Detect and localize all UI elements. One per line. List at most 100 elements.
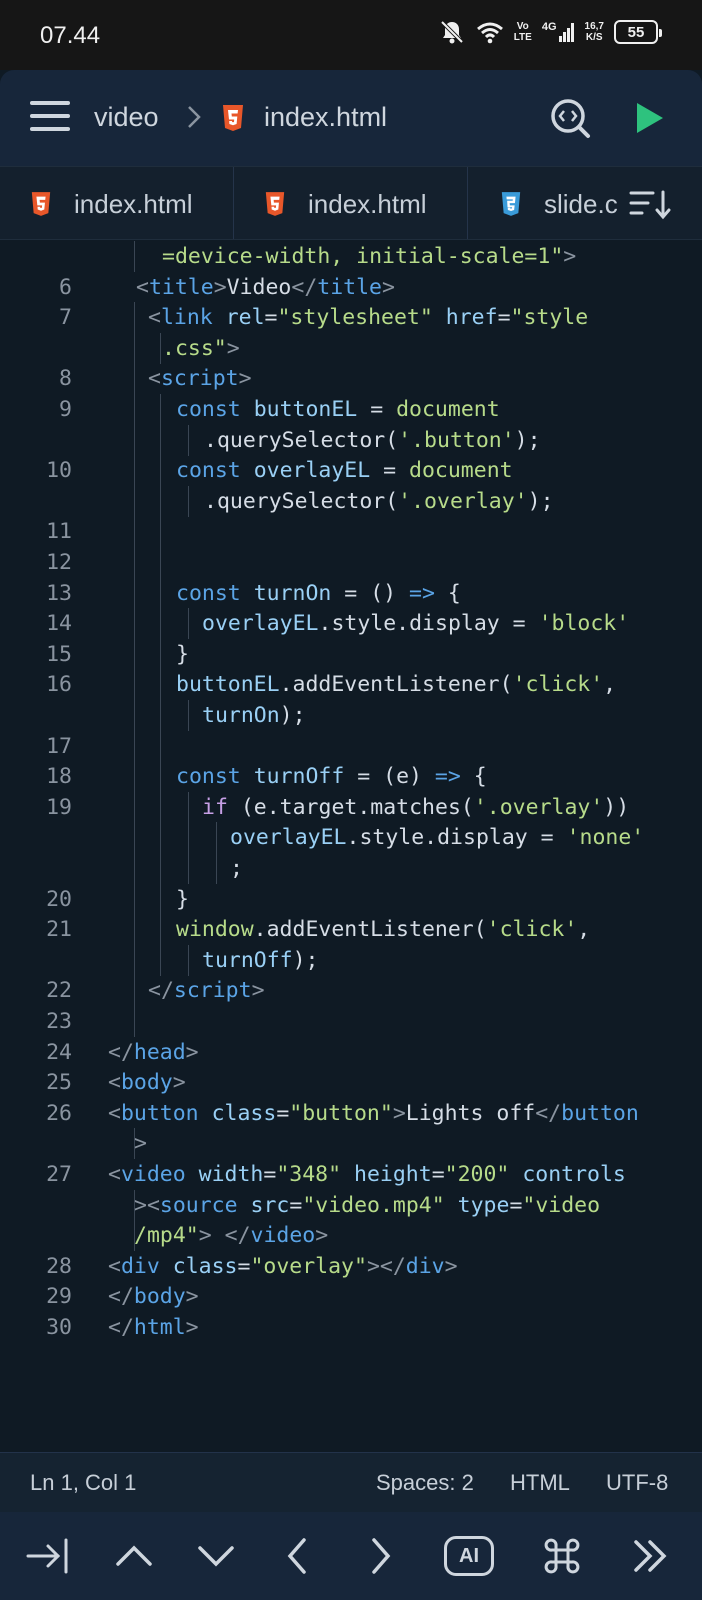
arrow-left-icon[interactable] [274, 1532, 322, 1580]
tab-index-html-1[interactable]: index.html [30, 167, 193, 239]
battery-indicator: 55 [614, 20, 662, 44]
breadcrumb-file[interactable]: index.html [264, 102, 387, 133]
code-text: turnOff); [202, 947, 319, 973]
code-text: if (e.target.matches('.overlay')) [202, 794, 630, 820]
code-line[interactable]: 18 const turnOff = (e) => { [0, 761, 702, 793]
line-number: 7 [59, 305, 72, 331]
code-line[interactable]: =device-width, initial-scale=1"> [0, 241, 702, 272]
menu-icon[interactable] [30, 98, 70, 134]
status-time: 07.44 [40, 22, 101, 49]
indent-guide [134, 424, 135, 456]
line-number: 26 [46, 1100, 72, 1126]
code-line[interactable]: 19 if (e.target.matches('.overlay')) [0, 791, 702, 823]
code-line[interactable]: 9 const buttonEL = document [0, 394, 702, 425]
language-mode[interactable]: HTML [510, 1470, 570, 1496]
breadcrumb-folder[interactable]: video [94, 102, 159, 133]
code-line[interactable]: 12 [0, 547, 702, 578]
code-line[interactable]: 21 window.addEventListener('click', [0, 914, 702, 946]
cursor-position[interactable]: Ln 1, Col 1 [30, 1470, 136, 1496]
code-line[interactable]: 30 </html> [0, 1312, 702, 1343]
indent-guide [134, 1006, 135, 1037]
indent-guide [160, 332, 161, 364]
code-line[interactable]: 8 <script> [0, 363, 702, 395]
indent-setting[interactable]: Spaces: 2 [376, 1470, 474, 1496]
file-encoding[interactable]: UTF-8 [606, 1470, 668, 1496]
code-line[interactable]: 22 </script> [0, 975, 702, 1007]
code-line[interactable]: 14 overlayEL.style.display = 'block' [0, 608, 702, 640]
code-line[interactable]: 10 const overlayEL = document [0, 455, 702, 487]
code-line[interactable]: .querySelector('.overlay'); [0, 485, 702, 517]
code-line[interactable]: 24 </head> [0, 1037, 702, 1068]
indent-guide [160, 669, 161, 701]
ai-assistant-button[interactable]: AI [444, 1536, 494, 1576]
indent-guide [134, 700, 135, 731]
code-line[interactable]: ><source src="video.mp4" type="video [0, 1189, 702, 1221]
line-number: 15 [46, 641, 72, 667]
code-line[interactable]: 27 <video width="348" height="200" contro… [0, 1159, 702, 1190]
indent-guide [134, 455, 135, 487]
line-number: 29 [46, 1284, 72, 1310]
tab-icon[interactable] [24, 1532, 72, 1580]
code-line[interactable]: 29 </body> [0, 1281, 702, 1312]
code-line[interactable]: 23 [0, 1006, 702, 1037]
code-line[interactable]: .css"> [0, 332, 702, 364]
indent-guide [188, 822, 189, 854]
code-line[interactable]: .querySelector('.button'); [0, 424, 702, 456]
sort-tabs-icon[interactable] [628, 187, 672, 221]
code-line[interactable]: overlayEL.style.display = 'none' [0, 822, 702, 854]
code-search-icon[interactable] [548, 96, 592, 140]
code-line[interactable]: 26 <button class="button">Lights off</but… [0, 1098, 702, 1129]
code-text: </script> [148, 978, 265, 1004]
indent-guide [188, 424, 189, 456]
tab-index-html-2[interactable]: index.html [264, 167, 427, 239]
line-number: 24 [46, 1039, 72, 1065]
code-line[interactable]: 15} [0, 638, 702, 670]
code-line[interactable]: 6 <title>Video</title> [0, 272, 702, 303]
indent-guide [160, 608, 161, 640]
code-text: turnOn); [202, 703, 306, 728]
line-number: 25 [46, 1070, 72, 1096]
indent-guide [160, 547, 161, 578]
double-chevron-icon[interactable] [628, 1532, 676, 1580]
code-line[interactable]: ; [0, 853, 702, 884]
line-number: 18 [46, 764, 72, 790]
code-line[interactable]: 20} [0, 883, 702, 915]
wifi-icon [476, 22, 503, 44]
indent-guide [160, 730, 161, 762]
css3-icon [501, 192, 521, 216]
line-number: 21 [46, 917, 72, 943]
html5-icon [31, 192, 51, 216]
command-icon[interactable] [538, 1532, 586, 1580]
bell-muted-icon [440, 20, 464, 44]
indent-guide [134, 975, 135, 1007]
line-number: 22 [46, 978, 72, 1004]
code-editor[interactable]: =device-width, initial-scale=1"> 6 <title>… [0, 240, 702, 1452]
code-line[interactable]: 16 buttonEL.addEventListener('click', [0, 669, 702, 701]
code-text: } [176, 641, 189, 667]
tab-slide-css[interactable]: slide.c [500, 167, 618, 239]
indent-guide [160, 761, 161, 793]
indent-guide [216, 853, 217, 884]
code-text: </html> [108, 1315, 199, 1340]
code-line[interactable]: 13 const turnOn = () => { [0, 577, 702, 609]
code-line[interactable]: 11 [0, 516, 702, 548]
file-tabs: index.html index.html slide.c [0, 166, 702, 240]
arrow-right-icon[interactable] [356, 1532, 404, 1580]
indent-guide [134, 516, 135, 548]
code-line[interactable]: > [0, 1128, 702, 1160]
code-line[interactable]: 7 <link rel="stylesheet" href="style [0, 302, 702, 334]
code-line[interactable]: turnOn); [0, 700, 702, 731]
arrow-up-icon[interactable] [110, 1532, 158, 1580]
code-line[interactable]: /mp4"> </video> [0, 1220, 702, 1252]
code-line[interactable]: turnOff); [0, 944, 702, 976]
run-button[interactable] [632, 100, 666, 136]
code-line[interactable]: 28 <div class="overlay"></div> [0, 1251, 702, 1282]
line-number: 28 [46, 1253, 72, 1279]
indent-guide [160, 822, 161, 854]
indent-guide [134, 485, 135, 517]
code-line[interactable]: 17 [0, 730, 702, 762]
code-line[interactable]: 25 <body> [0, 1067, 702, 1098]
arrow-down-icon[interactable] [192, 1532, 240, 1580]
tab-label: index.html [308, 188, 427, 219]
indent-guide [160, 455, 161, 487]
